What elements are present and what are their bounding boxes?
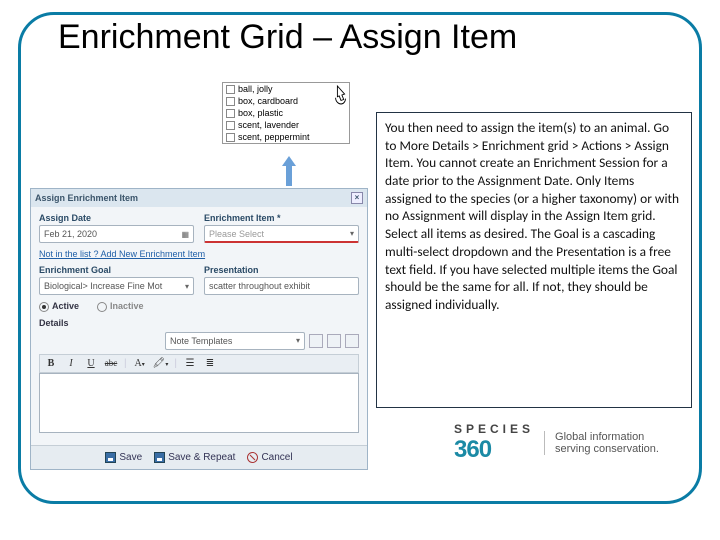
list-item[interactable]: scent, peppermint: [223, 131, 349, 143]
list-item[interactable]: box, plastic: [223, 107, 349, 119]
option-label: scent, lavender: [238, 120, 299, 130]
assign-date-field[interactable]: Feb 21, 2020 ▦: [39, 225, 194, 243]
chevron-down-icon[interactable]: ▾: [350, 229, 354, 238]
enrichment-item-select[interactable]: Please Select ▾: [204, 225, 359, 243]
strike-button[interactable]: abc: [104, 358, 118, 368]
details-header: Details: [39, 318, 359, 328]
species360-logo: SPECIES 360 Global information serving c…: [454, 422, 659, 464]
radio-active[interactable]: Active: [39, 301, 79, 312]
template-apply-icon[interactable]: [309, 334, 323, 348]
enrichment-item-placeholder: Please Select: [209, 229, 264, 239]
logo-number: 360: [454, 436, 534, 464]
chevron-down-icon[interactable]: ▾: [185, 282, 189, 291]
presentation-value: scatter throughout exhibit: [209, 281, 310, 291]
arrow-up-icon: [282, 156, 296, 186]
goal-label: Enrichment Goal: [39, 265, 194, 275]
list-item[interactable]: ball, jolly: [223, 83, 349, 95]
template-save-icon[interactable]: [327, 334, 341, 348]
checkbox-icon[interactable]: [226, 109, 235, 118]
bold-button[interactable]: B: [44, 358, 58, 369]
font-color-button[interactable]: A▾: [133, 358, 147, 369]
logo-tagline1: Global information: [555, 431, 659, 443]
checkbox-icon[interactable]: [226, 121, 235, 130]
enrichment-item-options-popup: ball, jolly box, cardboard box, plastic …: [222, 82, 350, 144]
calendar-icon[interactable]: ▦: [181, 230, 189, 239]
save-icon: [105, 452, 116, 463]
close-icon[interactable]: ×: [351, 192, 363, 204]
rte-toolbar: B I U abc | A▾ 🖍▾ | ☰ ≣: [39, 354, 359, 373]
cancel-button[interactable]: Cancel: [247, 452, 292, 463]
page-title: Enrichment Grid – Assign Item: [48, 18, 527, 57]
logo-brand: SPECIES: [454, 422, 534, 436]
underline-button[interactable]: U: [84, 358, 98, 369]
option-label: ball, jolly: [238, 84, 273, 94]
list-item[interactable]: box, cardboard: [223, 95, 349, 107]
assign-date-value: Feb 21, 2020: [44, 229, 97, 239]
template-delete-icon[interactable]: [345, 334, 359, 348]
option-label: box, plastic: [238, 108, 283, 118]
highlight-button[interactable]: 🖍▾: [153, 358, 169, 369]
dialog-title: Assign Enrichment Item: [35, 193, 138, 203]
checkbox-icon[interactable]: [226, 97, 235, 106]
list-item[interactable]: scent, lavender: [223, 119, 349, 131]
italic-button[interactable]: I: [64, 358, 78, 369]
dialog-footer: Save Save & Repeat Cancel: [31, 445, 367, 469]
logo-tagline2: serving conservation.: [555, 443, 659, 455]
radio-inactive[interactable]: Inactive: [97, 301, 144, 312]
dialog-titlebar: Assign Enrichment Item ×: [31, 189, 367, 207]
add-new-item-link[interactable]: Not in the list ? Add New Enrichment Ite…: [39, 249, 205, 259]
note-templates-select[interactable]: Note Templates ▾: [165, 332, 305, 350]
bullet-list-button[interactable]: ☰: [183, 358, 197, 369]
radio-icon: [39, 302, 49, 312]
radio-icon: [97, 302, 107, 312]
checkbox-icon[interactable]: [226, 85, 235, 94]
save-button[interactable]: Save: [105, 452, 142, 463]
goal-value: Biological> Increase Fine Mot: [44, 281, 162, 291]
number-list-button[interactable]: ≣: [203, 358, 217, 369]
assign-enrichment-dialog: Assign Enrichment Item × Assign Date Feb…: [30, 188, 368, 470]
checkbox-icon[interactable]: [226, 133, 235, 142]
note-templates-label: Note Templates: [170, 336, 232, 346]
cancel-icon: [247, 452, 258, 463]
assign-date-label: Assign Date: [39, 213, 194, 223]
presentation-input[interactable]: scatter throughout exhibit: [204, 277, 359, 295]
goal-select[interactable]: Biological> Increase Fine Mot ▾: [39, 277, 194, 295]
option-label: scent, peppermint: [238, 132, 310, 142]
enrichment-item-label: Enrichment Item *: [204, 213, 359, 223]
presentation-label: Presentation: [204, 265, 359, 275]
details-textarea[interactable]: [39, 373, 359, 433]
instruction-text-box: You then need to assign the item(s) to a…: [376, 112, 692, 408]
pointer-cursor-icon: [332, 84, 350, 106]
chevron-down-icon[interactable]: ▾: [296, 336, 300, 345]
option-label: box, cardboard: [238, 96, 298, 106]
save-repeat-button[interactable]: Save & Repeat: [154, 452, 235, 463]
save-icon: [154, 452, 165, 463]
